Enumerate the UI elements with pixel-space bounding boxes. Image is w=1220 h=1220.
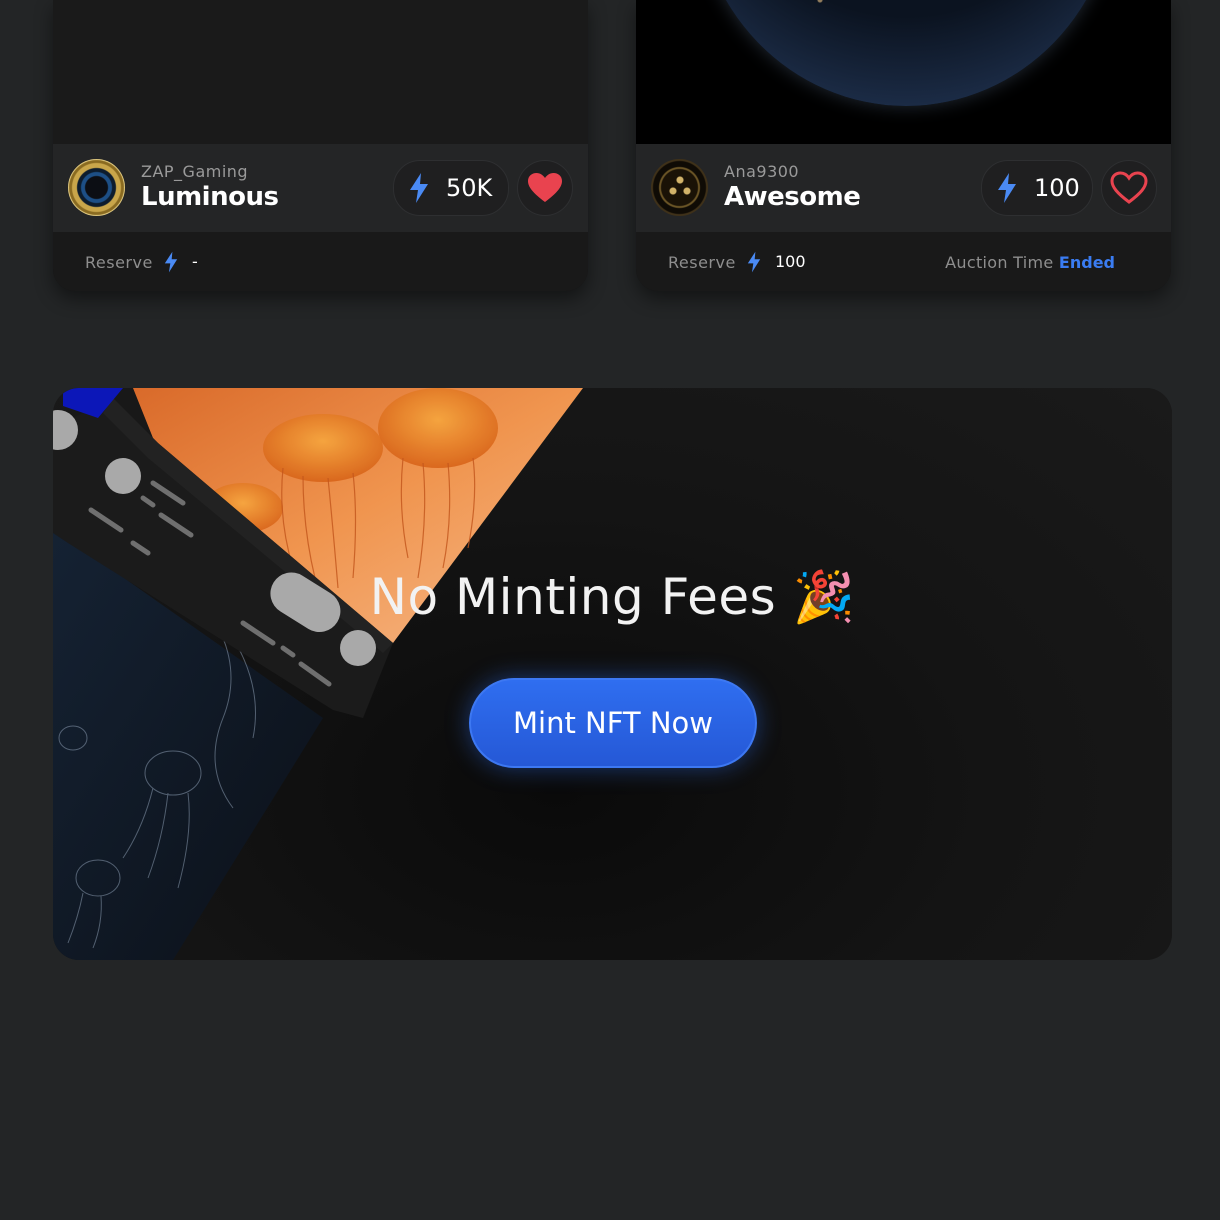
avatar-emblem bbox=[669, 176, 691, 196]
reserve-value: 100 bbox=[775, 252, 806, 271]
heart-icon bbox=[528, 173, 562, 202]
nft-collage-artwork bbox=[53, 388, 583, 960]
creator-name[interactable]: ZAP_Gaming bbox=[141, 162, 248, 181]
card-info: ZAP_Gaming Luminous 50K bbox=[53, 144, 588, 232]
nft-image[interactable] bbox=[636, 0, 1171, 144]
lightning-bolt-icon bbox=[164, 251, 178, 273]
card-info: Ana9300 Awesome 100 bbox=[636, 144, 1171, 232]
mint-nft-button[interactable]: Mint NFT Now bbox=[469, 678, 757, 768]
lightning-bolt-icon bbox=[747, 251, 761, 273]
like-button[interactable] bbox=[517, 160, 573, 216]
price-value: 50K bbox=[446, 174, 493, 202]
card-footer: Reserve 100 Auction Time Ended bbox=[636, 232, 1171, 291]
nft-title[interactable]: Awesome bbox=[724, 182, 861, 212]
card-footer: Reserve - bbox=[53, 232, 588, 291]
creator-avatar[interactable] bbox=[68, 159, 125, 216]
like-button[interactable] bbox=[1101, 160, 1157, 216]
reserve-label: Reserve bbox=[668, 253, 736, 272]
reserve-value: - bbox=[192, 252, 198, 271]
price-pill: 100 bbox=[981, 160, 1093, 216]
heart-outline-icon bbox=[1110, 171, 1148, 204]
auction-label: Auction Time bbox=[945, 253, 1054, 272]
lightning-bolt-icon bbox=[410, 173, 428, 203]
mint-promo-banner: No Minting Fees 🎉 Mint NFT Now bbox=[53, 388, 1172, 960]
auction-time: Auction Time Ended bbox=[945, 253, 1115, 272]
nft-card-awesome[interactable]: Ana9300 Awesome 100 Reserve 100 Auction … bbox=[636, 0, 1171, 291]
city-lights bbox=[756, 0, 916, 20]
banner-title: No Minting Fees 🎉 bbox=[369, 568, 856, 626]
creator-name[interactable]: Ana9300 bbox=[724, 162, 799, 181]
nft-title[interactable]: Luminous bbox=[141, 182, 279, 212]
auction-status: Ended bbox=[1058, 253, 1115, 272]
nft-image[interactable] bbox=[53, 0, 588, 144]
price-value: 100 bbox=[1034, 174, 1080, 202]
creator-avatar[interactable] bbox=[651, 159, 708, 216]
page-bottom bbox=[0, 1160, 1220, 1220]
lightning-bolt-icon bbox=[998, 173, 1016, 203]
reserve-label: Reserve bbox=[85, 253, 153, 272]
page: ZAP_Gaming Luminous 50K Reserve - Ana930… bbox=[0, 0, 1220, 1220]
nft-card-luminous[interactable]: ZAP_Gaming Luminous 50K Reserve - bbox=[53, 0, 588, 291]
price-pill: 50K bbox=[393, 160, 509, 216]
